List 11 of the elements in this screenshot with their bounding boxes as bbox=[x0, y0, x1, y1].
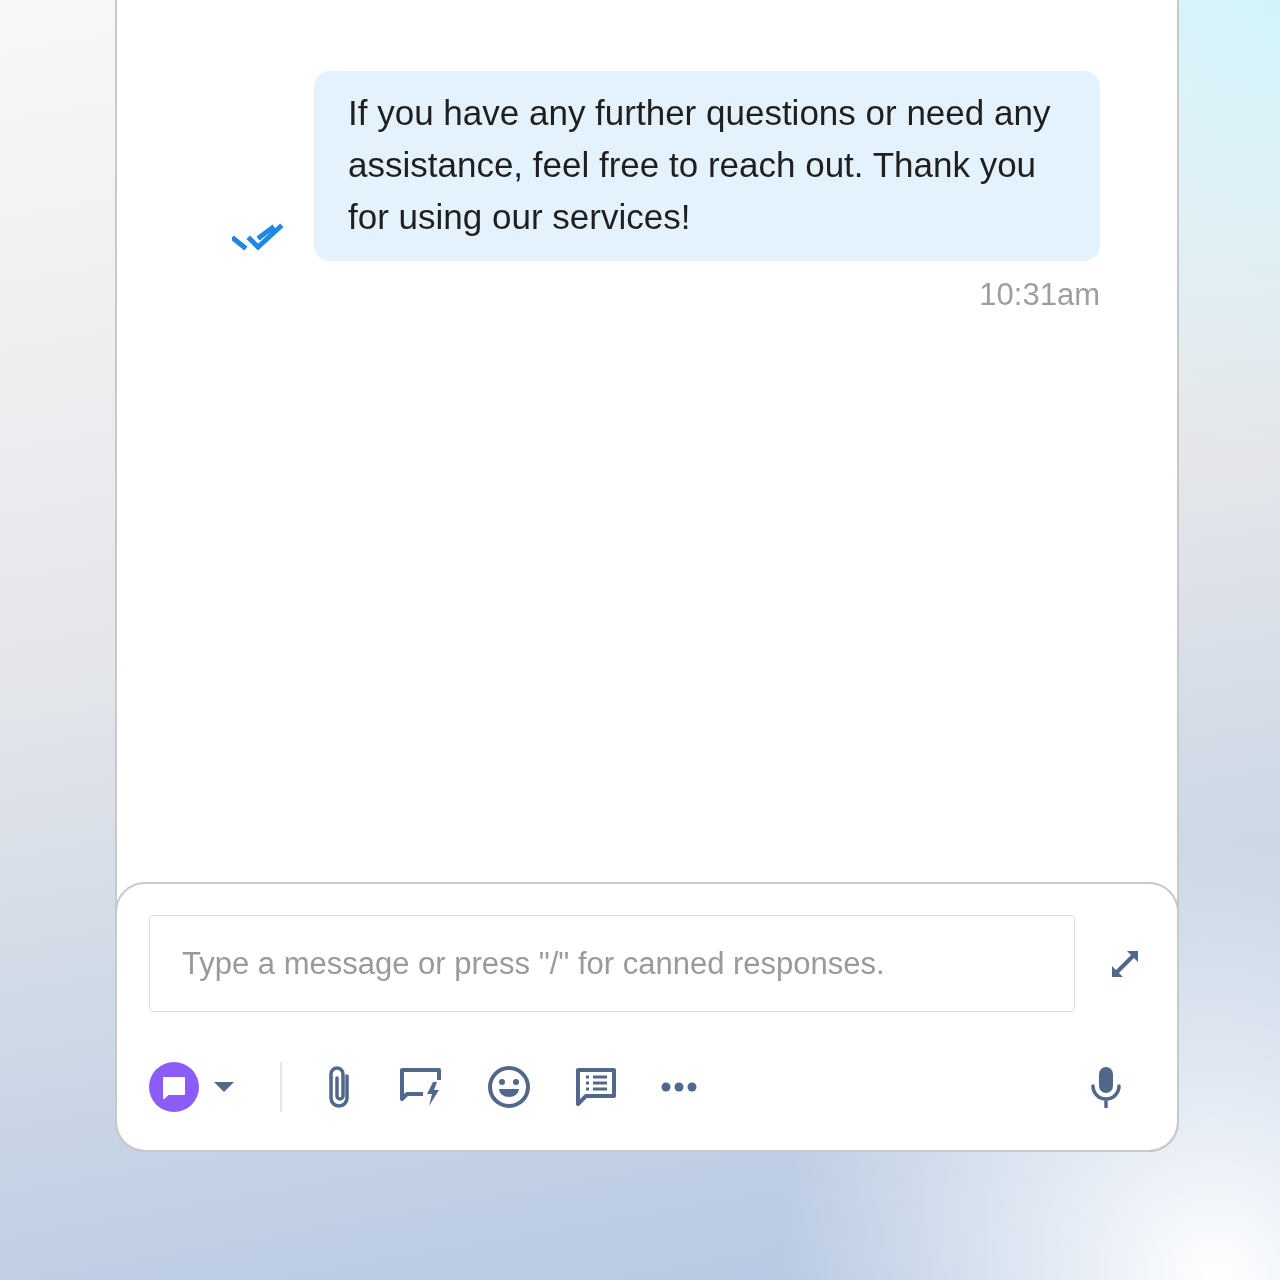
chat-bubble-icon bbox=[149, 1062, 199, 1112]
message-time: 10:31am bbox=[979, 277, 1100, 313]
chat-bolt-icon[interactable] bbox=[398, 1066, 443, 1108]
smiley-icon[interactable] bbox=[486, 1065, 531, 1109]
caret-icon bbox=[213, 1081, 235, 1093]
message-bubble: If you have any further questions or need any assistance, feel free to reach out. Thank you for using our services! bbox=[314, 71, 1100, 261]
notes-list-icon[interactable] bbox=[574, 1067, 617, 1107]
message-input[interactable]: Type a message or press "/" for canned responses. bbox=[149, 915, 1075, 1012]
channel-button[interactable] bbox=[149, 1062, 235, 1112]
more-icon[interactable] bbox=[660, 1082, 697, 1092]
microphone-icon[interactable] bbox=[1090, 1066, 1122, 1108]
